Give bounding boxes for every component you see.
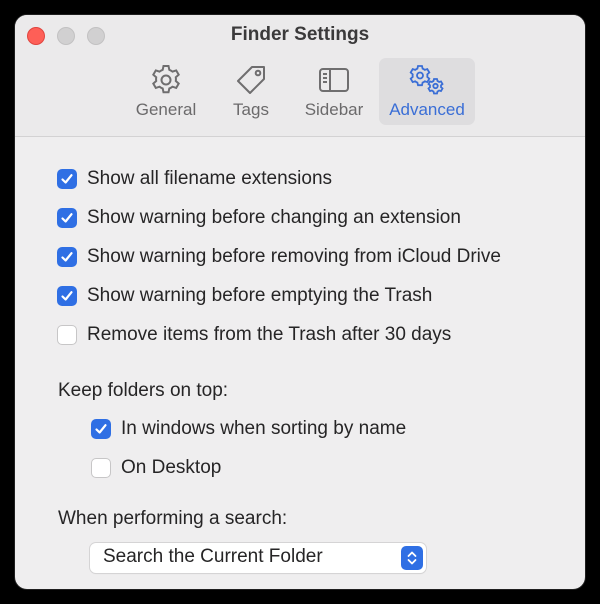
- tab-sidebar[interactable]: Sidebar: [296, 58, 372, 125]
- sidebar-icon: [296, 63, 372, 97]
- warn-change-extension-label: Show warning before changing an extensio…: [87, 207, 461, 228]
- warn-change-extension-checkbox[interactable]: [57, 208, 77, 228]
- tab-advanced-label: Advanced: [389, 100, 465, 119]
- remove-trash-30-days-checkbox[interactable]: [57, 325, 77, 345]
- checkmark-icon: [61, 252, 73, 262]
- checkmark-icon: [61, 174, 73, 184]
- tag-icon: [220, 63, 282, 97]
- warn-empty-trash-checkbox[interactable]: [57, 286, 77, 306]
- tab-sidebar-label: Sidebar: [304, 100, 364, 119]
- warn-empty-trash-label: Show warning before emptying the Trash: [87, 285, 433, 306]
- search-scope-value: Search the Current Folder: [103, 546, 323, 567]
- remove-trash-30-days-label: Remove items from the Trash after 30 day…: [87, 324, 452, 345]
- settings-tabs: General Tags Sidebar Advanced: [15, 15, 585, 136]
- warn-icloud-remove-label: Show warning before removing from iCloud…: [87, 246, 501, 267]
- keep-folders-desktop-checkbox[interactable]: [91, 458, 111, 478]
- checkmark-icon: [61, 291, 73, 301]
- show-extensions-label: Show all filename extensions: [87, 168, 333, 189]
- keep-folders-heading: Keep folders on top:: [58, 380, 229, 401]
- keep-folders-desktop-option[interactable]: On Desktop: [91, 455, 221, 481]
- tab-advanced[interactable]: Advanced: [379, 58, 475, 125]
- tab-tags[interactable]: Tags: [220, 58, 282, 125]
- search-heading: When performing a search:: [58, 508, 288, 529]
- warn-icloud-remove-checkbox[interactable]: [57, 247, 77, 267]
- show-extensions-checkbox[interactable]: [57, 169, 77, 189]
- search-scope-popup[interactable]: Search the Current Folder: [90, 543, 426, 573]
- chevron-up-down-icon: [401, 546, 423, 570]
- tab-general-label: General: [135, 100, 197, 119]
- keep-folders-windows-checkbox[interactable]: [91, 419, 111, 439]
- tab-tags-label: Tags: [233, 100, 269, 119]
- advanced-settings-pane: Show all filename extensions Show warnin…: [15, 137, 585, 589]
- tab-general[interactable]: General: [127, 58, 205, 125]
- remove-trash-30-days-option[interactable]: Remove items from the Trash after 30 day…: [57, 322, 451, 348]
- checkmark-icon: [61, 213, 73, 223]
- warn-empty-trash-option[interactable]: Show warning before emptying the Trash: [57, 283, 432, 309]
- checkmark-icon: [95, 424, 107, 434]
- gears-icon: [379, 63, 475, 97]
- warn-icloud-remove-option[interactable]: Show warning before removing from iCloud…: [57, 244, 501, 270]
- show-extensions-option[interactable]: Show all filename extensions: [57, 166, 332, 192]
- keep-folders-windows-option[interactable]: In windows when sorting by name: [91, 416, 406, 442]
- gear-icon: [127, 63, 205, 97]
- keep-folders-windows-label: In windows when sorting by name: [121, 418, 407, 439]
- keep-folders-desktop-label: On Desktop: [121, 457, 222, 478]
- toolbar: Finder Settings General Tags Sidebar Adv…: [15, 15, 585, 137]
- finder-settings-window: Finder Settings General Tags Sidebar Adv…: [15, 15, 585, 589]
- warn-change-extension-option[interactable]: Show warning before changing an extensio…: [57, 205, 461, 231]
